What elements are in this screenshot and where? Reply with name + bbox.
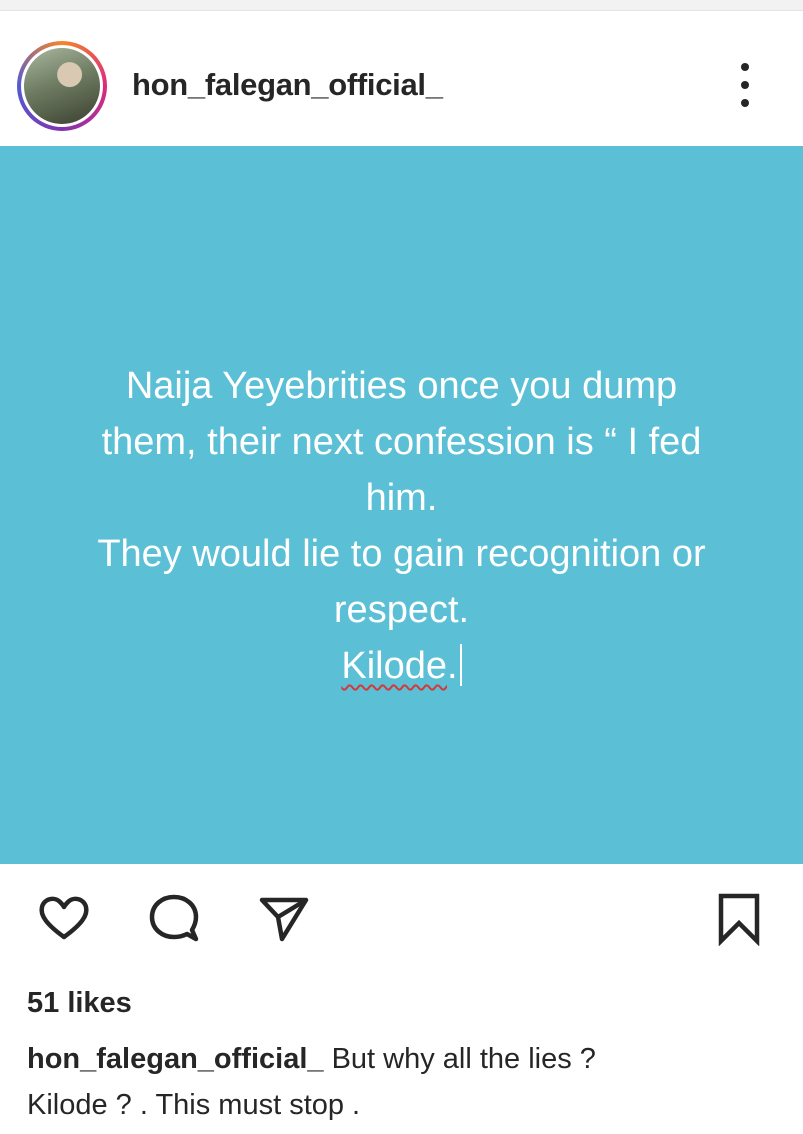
post-caption: hon_falegan_official_ But why all the li… [27, 1036, 787, 1128]
comment-icon [149, 894, 199, 942]
caption-username[interactable]: hon_falegan_official_ [27, 1043, 324, 1075]
caption-text: But why all the lies ? [323, 1043, 596, 1075]
post-text-line: Naija Yeyebrities once you dump [125, 365, 678, 407]
misspelled-word: Kilode [341, 645, 448, 687]
post-text-line: They would lie to gain recognition or [97, 533, 706, 575]
heart-icon [39, 896, 89, 940]
more-vertical-icon-dot [741, 81, 749, 89]
post-header: hon_falegan_official_ [0, 11, 803, 145]
more-options-button[interactable] [730, 61, 760, 111]
caption-text-line2: Kilode ? . This must stop . [27, 1089, 361, 1121]
comment-button[interactable] [146, 890, 202, 946]
post-text-line: them, their next confession is “ I fed [101, 421, 702, 463]
send-icon [259, 897, 309, 942]
post-image[interactable]: Naija Yeyebrities once you dump them, th… [0, 146, 803, 864]
status-bar-edge [0, 0, 803, 11]
like-button[interactable] [36, 890, 92, 946]
share-button[interactable] [256, 890, 312, 946]
post-text-punct: . [447, 645, 458, 687]
username-link[interactable]: hon_falegan_official_ [132, 67, 443, 103]
more-vertical-icon [741, 63, 749, 71]
save-button[interactable] [711, 890, 767, 947]
bookmark-icon [718, 893, 760, 947]
text-cursor [459, 644, 462, 686]
avatar-border [21, 45, 103, 127]
profile-photo [24, 48, 100, 124]
post-text-line: him. [365, 477, 438, 519]
post-text: Naija Yeyebrities once you dump them, th… [0, 358, 803, 694]
likes-count[interactable]: 51 likes [27, 987, 132, 1020]
more-vertical-icon-dot [741, 99, 749, 107]
avatar[interactable] [17, 41, 107, 131]
post-text-line: respect. [333, 589, 470, 631]
action-bar [0, 864, 803, 984]
post-text-last-line: Kilode. [0, 638, 803, 694]
